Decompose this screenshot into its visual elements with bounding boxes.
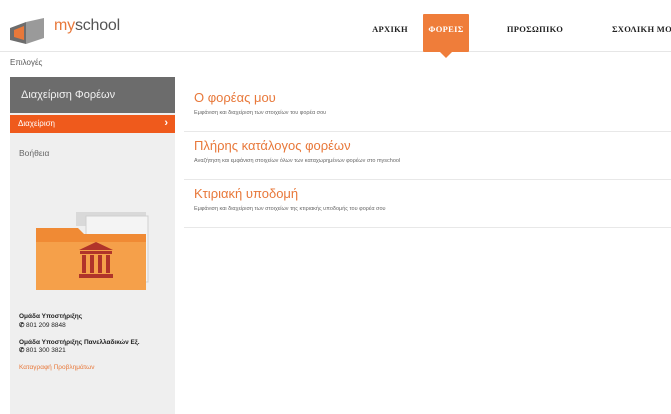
sidebar: Διαχείριση Φορέων Διαχείριση › Βοήθεια Ο… xyxy=(10,77,175,414)
header: myschool ΑΡΧΙΚΗ ΦΟΡΕΙΣ ΠΡΟΣΩΠΙΚΟ ΣΧΟΛΙΚΗ… xyxy=(0,0,671,58)
nav-item-school-units[interactable]: ΣΧΟΛΙΚΗ ΜΟ xyxy=(607,14,671,52)
entry-title[interactable]: Πλήρης κατάλογος φορέων xyxy=(194,138,351,153)
logo-text-school: school xyxy=(74,17,120,34)
chevron-right-icon: › xyxy=(164,117,168,129)
phone-icon: ✆ xyxy=(19,321,25,329)
myschool-logo[interactable]: myschool xyxy=(10,14,130,44)
nav-item-home[interactable]: ΑΡΧΙΚΗ xyxy=(360,14,420,52)
phone-icon: ✆ xyxy=(19,347,25,355)
sidebar-title: Διαχείριση Φορέων xyxy=(10,77,175,113)
list-item-my-agency[interactable]: Ο φορέας μου Εμφάνιση και διαχείριση των… xyxy=(184,84,671,132)
report-problem-link[interactable]: Καταγραφή Προβλημάτων xyxy=(19,364,169,373)
sidebar-item-help[interactable]: Βοήθεια xyxy=(19,148,49,158)
support-phone-2: ✆ 801 300 3821 xyxy=(19,347,169,356)
breadcrumb[interactable]: Επιλογές xyxy=(10,58,42,67)
nav-item-staff[interactable]: ΠΡΟΣΩΠΙΚΟ xyxy=(500,14,570,52)
support-phone-1: ✆ 801 209 8848 xyxy=(19,322,169,331)
list-item-agency-catalog[interactable]: Πλήρης κατάλογος φορέων Αναζήτηση και εμ… xyxy=(184,132,671,180)
support-org-2: Ομάδα Υποστήριξης Πανελλαδικών Εξ. xyxy=(19,338,140,346)
logo-text: myschool xyxy=(54,17,120,35)
support-org-1: Ομάδα Υποστήριξης xyxy=(19,313,83,320)
entry-description: Αναζήτηση και εμφάνιση στοιχείων όλων τω… xyxy=(194,158,401,164)
logo-text-my: my xyxy=(54,17,75,34)
support-contacts: Ομάδα Υποστήριξης ✆ 801 209 8848 Ομάδα Υπ… xyxy=(19,313,169,373)
logo-icon xyxy=(10,18,44,44)
support-phone-2-number: 801 300 3821 xyxy=(26,347,66,355)
nav-item-agencies[interactable]: ΦΟΡΕΙΣ xyxy=(423,14,469,58)
sidebar-item-label: Διαχείριση xyxy=(18,119,56,128)
folder-building-icon xyxy=(36,212,149,290)
entry-title[interactable]: Κτιριακή υποδομή xyxy=(194,186,298,201)
sidebar-item-management[interactable]: Διαχείριση › xyxy=(10,115,175,133)
entry-title[interactable]: Ο φορέας μου xyxy=(194,90,276,105)
entry-description: Εμφάνιση και διαχείριση των στοιχείων το… xyxy=(194,110,327,116)
entry-description: Εμφάνιση και διαχείριση των στοιχείων τη… xyxy=(194,206,386,212)
agency-options-list: Ο φορέας μου Εμφάνιση και διαχείριση των… xyxy=(184,84,671,228)
support-phone-1-number: 801 209 8848 xyxy=(26,321,66,329)
list-item-building-infrastructure[interactable]: Κτιριακή υποδομή Εμφάνιση και διαχείριση… xyxy=(184,180,671,228)
